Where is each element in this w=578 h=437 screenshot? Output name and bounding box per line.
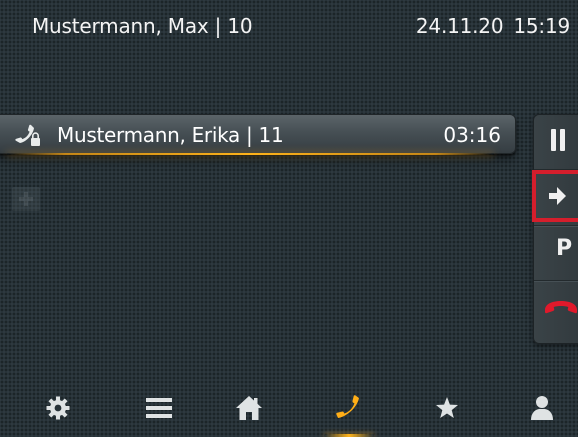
- nav-menu[interactable]: [134, 385, 184, 431]
- gear-icon: [46, 396, 70, 420]
- call-duration: 03:16: [443, 123, 501, 147]
- plus-icon[interactable]: [12, 187, 40, 211]
- hangup-icon: [545, 301, 577, 314]
- nav-home[interactable]: [224, 385, 274, 431]
- time: 15:19: [513, 14, 570, 38]
- hangup-button[interactable]: [534, 281, 578, 333]
- status-header: Mustermann, Max | 10 24.11.20 15:19: [0, 0, 578, 52]
- bottom-navigation: [0, 385, 578, 437]
- current-user: Mustermann, Max | 10: [32, 14, 253, 38]
- star-icon: [436, 397, 458, 418]
- hold-button[interactable]: [534, 115, 578, 167]
- pause-icon: [551, 129, 565, 151]
- phone-icon: [336, 395, 359, 418]
- handset-lock-icon: [15, 124, 40, 146]
- caller-name: Mustermann, Erika | 11: [57, 123, 284, 147]
- nav-favorites[interactable]: [422, 385, 472, 431]
- menu-icon: [146, 398, 172, 418]
- nav-settings[interactable]: [33, 385, 83, 431]
- nav-contacts[interactable]: [517, 385, 567, 431]
- date: 24.11.20: [415, 14, 504, 38]
- active-call-bar[interactable]: Mustermann, Erika | 11 03:16: [0, 114, 516, 155]
- person-icon: [531, 396, 553, 420]
- date-time: 24.11.20 15:19: [416, 14, 570, 38]
- call-controls-panel: P: [532, 114, 578, 344]
- nav-calls[interactable]: [324, 385, 374, 437]
- home-icon: [236, 396, 262, 420]
- park-label: P: [556, 236, 573, 261]
- arrow-right-icon: [549, 187, 566, 205]
- transfer-button[interactable]: [532, 170, 578, 222]
- park-button[interactable]: P: [534, 226, 578, 278]
